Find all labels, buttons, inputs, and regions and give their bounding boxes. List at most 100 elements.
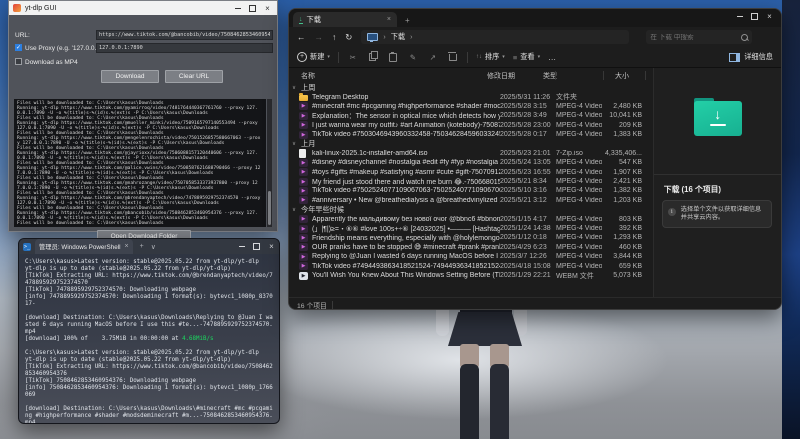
details-title: 下载 (16 个项目) — [664, 184, 721, 195]
file-size: 4,335,406... — [602, 150, 642, 157]
use-proxy-checkbox[interactable]: ✓ — [15, 44, 22, 51]
maximize-button[interactable] — [747, 10, 762, 23]
file-size: 460 KB — [602, 244, 642, 251]
file-row[interactable]: ▶Friendship means everything, especially… — [289, 233, 653, 242]
proxy-input[interactable] — [96, 43, 273, 53]
more-options-button[interactable]: … — [548, 53, 556, 62]
cut-button[interactable]: ✂ — [347, 53, 359, 62]
tab-menu-button[interactable]: ∨ — [151, 243, 156, 251]
file-row[interactable]: ▶#disney #disneychannel #nostalgia #edit… — [289, 158, 653, 167]
url-input[interactable] — [96, 30, 273, 40]
column-type[interactable]: ∧ 类型 — [543, 71, 589, 81]
file-size: 10,041 KB — [602, 112, 642, 119]
file-row[interactable]: ▶Explanation：The sensor in optical mice … — [289, 111, 653, 120]
maximize-button[interactable] — [245, 2, 260, 15]
maximize-button[interactable] — [249, 240, 264, 253]
search-box[interactable] — [646, 30, 752, 44]
search-icon — [741, 34, 748, 41]
group-header[interactable]: ∨上月 — [289, 139, 653, 148]
column-separator[interactable] — [645, 71, 646, 80]
clear-url-button[interactable]: Clear URL — [165, 70, 223, 83]
file-row[interactable]: ▶You'll Wish You Knew About This Windows… — [289, 271, 653, 280]
ytdlp-log-scrollbar[interactable] — [267, 99, 272, 227]
file-row[interactable]: ▶#anniversary • New @breathedialysis a @… — [289, 196, 653, 205]
ytdlp-titlebar[interactable]: yt-dlp GUI × — [9, 1, 277, 15]
explorer-tab-downloads[interactable]: ↓ 下载 × — [293, 12, 397, 27]
ytdlp-log[interactable]: Files will be downloaded to: C:\Users\ka… — [14, 99, 266, 227]
file-name: Replying to @Juan I wasted 6 days runnin… — [312, 253, 500, 260]
caret-down-icon: ▾ — [538, 54, 541, 60]
log-line: Running: yt-dlp https://www.tiktok.com/@… — [17, 151, 263, 161]
file-row[interactable]: ▶#minecraft #mc #pcgaming #highperforman… — [289, 102, 653, 111]
tab-close-icon[interactable]: × — [387, 16, 391, 23]
column-separator[interactable] — [497, 71, 498, 80]
rename-button[interactable]: ✎ — [407, 53, 419, 62]
refresh-button[interactable]: ↻ — [345, 32, 352, 43]
column-name[interactable]: 名称 — [289, 71, 487, 81]
up-button[interactable]: ↑ — [332, 32, 336, 42]
download-button[interactable]: Download — [101, 70, 159, 83]
new-button[interactable]: + 新建 ▾ — [297, 52, 330, 62]
file-size: 209 KB — [602, 122, 642, 129]
column-separator[interactable] — [555, 71, 556, 80]
file-row[interactable]: ▶(」|¶|)≥=・⑥⑥ #love 100s+÷⑥ [24032025] •—… — [289, 224, 653, 233]
forward-button[interactable]: → — [315, 32, 324, 42]
share-button[interactable]: ↗ — [427, 53, 439, 62]
file-row[interactable]: ▶TikTok video #7494493863418521524-74944… — [289, 261, 653, 270]
file-row[interactable]: ▶Replying to @Juan I wasted 6 days runni… — [289, 252, 653, 261]
delete-button[interactable] — [447, 54, 459, 61]
new-tab-button[interactable]: + — [140, 243, 144, 250]
info-icon: i — [668, 208, 676, 216]
file-row[interactable]: ▶OUR pranks have to be stopped 😅 #minecr… — [289, 243, 653, 252]
download-mp4-checkbox[interactable] — [15, 58, 22, 65]
file-name: #disney #disneychannel #nostalgia #edit … — [312, 159, 500, 166]
group-header[interactable]: ∨上周 — [289, 83, 653, 92]
figure-skirt — [448, 312, 522, 346]
file-row[interactable]: ▶I just wanna wear my outfit♪ #art Anima… — [289, 121, 653, 130]
minimize-icon — [235, 8, 241, 9]
ps-output[interactable]: C:\Users\kasus>Latest version: stable@20… — [19, 254, 279, 424]
close-button[interactable]: × — [260, 2, 275, 15]
file-row[interactable]: ▶#toys #gifts #makeup #satisfying #asmr … — [289, 168, 653, 177]
view-button[interactable]: ≡ 查看 ▾ — [513, 52, 540, 62]
column-separator[interactable] — [603, 71, 604, 80]
video-icon: ▶ — [299, 168, 308, 176]
powershell-tab[interactable]: 管理员: Windows PowerShell × — [35, 239, 133, 254]
file-date: 2025/5/31 11:26 — [500, 94, 556, 101]
minimize-button[interactable] — [732, 10, 747, 23]
powershell-titlebar[interactable]: >_ 管理员: Windows PowerShell × + ∨ × — [19, 239, 279, 254]
file-row[interactable]: ▶My friend just stood there and watch me… — [289, 177, 653, 186]
group-chevron-icon: ∨ — [292, 141, 296, 147]
group-header[interactable]: ∨今年早些时候 — [289, 205, 653, 214]
terminal-line: C:\Users\kasus>Latest version: stable@20… — [25, 259, 275, 266]
close-button[interactable]: × — [762, 10, 777, 23]
back-button[interactable]: ← — [297, 32, 306, 42]
file-row[interactable]: ▶Apparently the мальдивому без нової очо… — [289, 214, 653, 223]
tab-close-icon[interactable]: × — [125, 243, 129, 250]
sort-button[interactable]: ↑↓ 排序 ▾ — [476, 52, 505, 62]
details-pane-toggle[interactable]: 详细信息 — [729, 52, 773, 62]
ytdlp-app-icon — [13, 4, 21, 12]
explorer-tabbar: ↓ 下载 × + × — [289, 9, 781, 27]
column-date-modified[interactable]: 修改日期 — [487, 71, 543, 81]
file-size: 1,203 KB — [602, 197, 642, 204]
close-button[interactable]: × — [264, 240, 279, 253]
caret-down-icon: ▾ — [327, 54, 330, 60]
minimize-button[interactable] — [230, 2, 245, 15]
file-row[interactable]: ▶TikTok video #7503046943960332458-75034… — [289, 130, 653, 139]
file-row[interactable]: kali-linux-2025.1c-installer-amd64.iso20… — [289, 149, 653, 158]
minimize-button[interactable] — [234, 240, 249, 253]
paste-button[interactable] — [387, 53, 399, 62]
file-row[interactable]: Telegram Desktop2025/5/31 11:26文件夹 — [289, 92, 653, 101]
breadcrumb-downloads[interactable]: 下载 — [391, 32, 405, 42]
search-input[interactable] — [650, 34, 738, 41]
column-size[interactable]: 大小 — [589, 71, 629, 81]
explorer-tab-title: 下载 — [307, 15, 383, 25]
copy-button[interactable] — [367, 53, 379, 61]
scrollbar-thumb[interactable] — [268, 191, 271, 225]
file-row[interactable]: ▶TikTok video #7502524077109067063-75025… — [289, 186, 653, 195]
new-tab-button[interactable]: + — [405, 16, 410, 27]
file-explorer-window: ↓ 下载 × + × ← → ↑ ↻ › 下载 › — [288, 8, 782, 310]
log-line: Running: yt-dlp https://www.tiktok.com/@… — [17, 106, 263, 116]
address-bar[interactable]: › 下载 › — [361, 30, 629, 44]
